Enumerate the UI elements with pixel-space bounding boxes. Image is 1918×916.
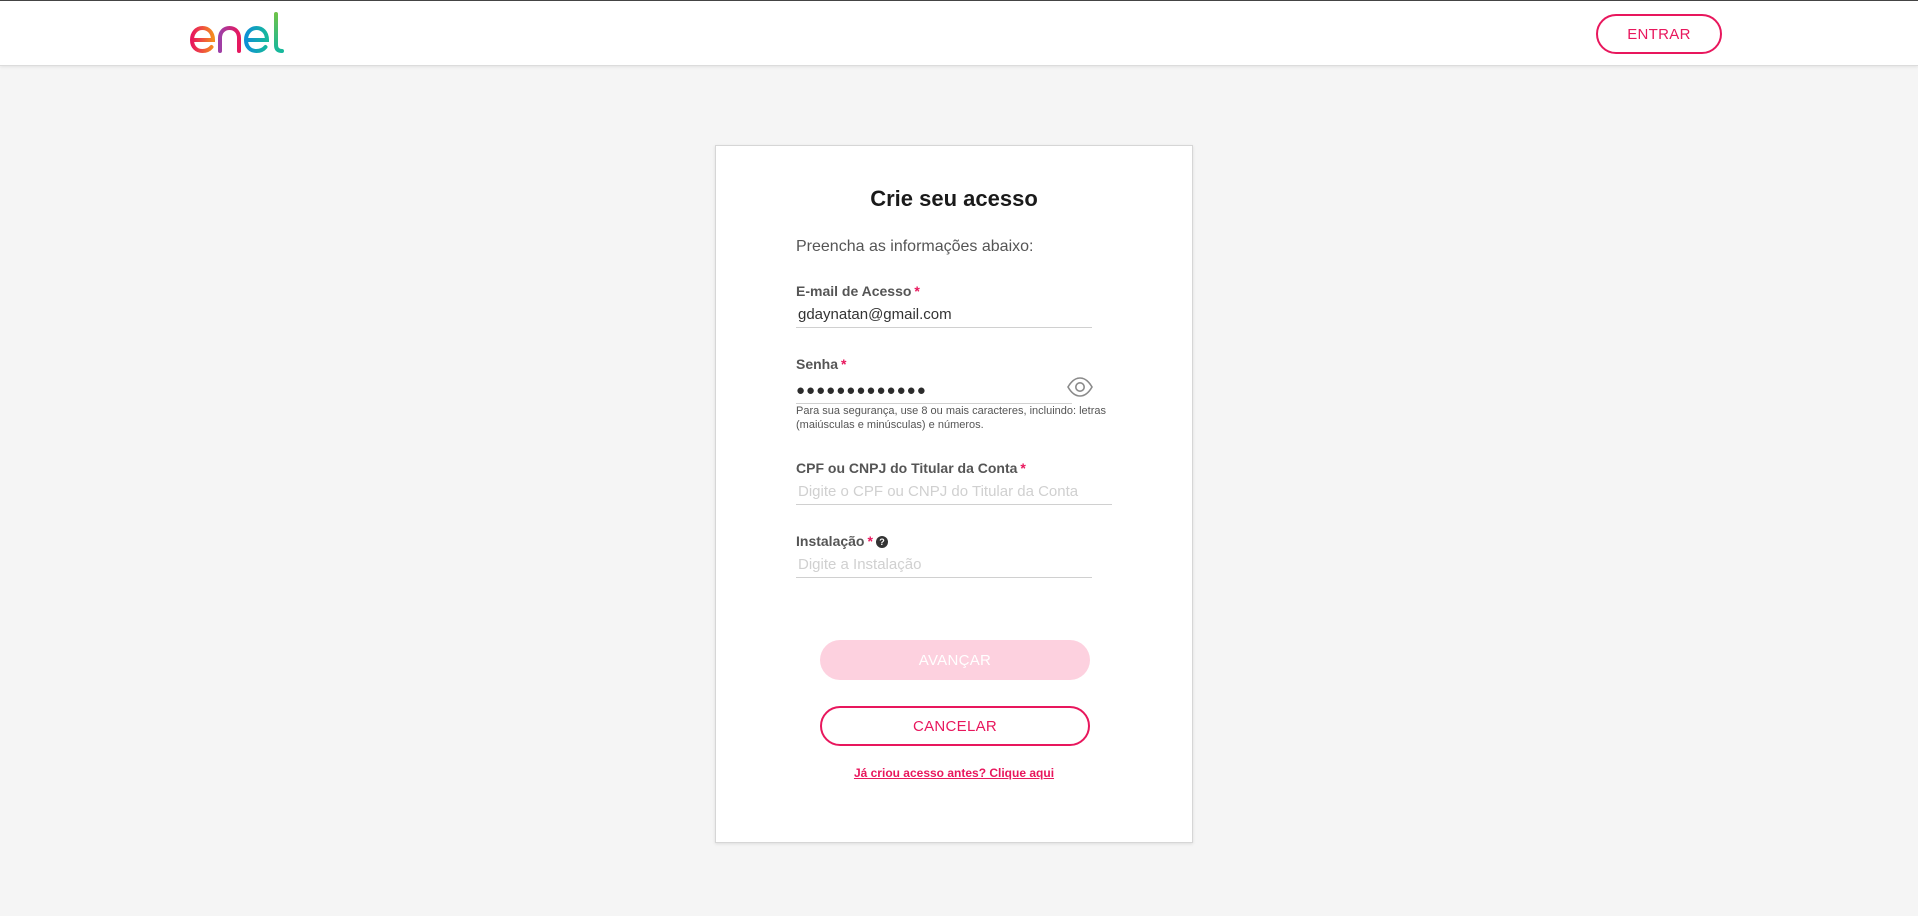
instalacao-label: Instalação *? — [796, 533, 888, 549]
enel-logo-graphic — [189, 12, 284, 53]
cpf-label-text: CPF ou CNPJ do Titular da Conta — [796, 460, 1018, 476]
entrar-button[interactable]: ENTRAR — [1596, 14, 1722, 54]
password-field[interactable]: ●●●●●●●●●●●●● — [796, 378, 1072, 404]
cpf-cnpj-field[interactable] — [796, 479, 1112, 505]
help-icon[interactable]: ? — [875, 536, 888, 548]
eye-icon[interactable] — [1066, 376, 1094, 398]
login-link[interactable]: Já criou acesso antes? Clique aqui — [716, 766, 1192, 780]
enel-logo[interactable] — [188, 11, 292, 53]
required-mark: * — [841, 356, 847, 372]
required-mark: * — [914, 283, 920, 299]
cancelar-button[interactable]: CANCELAR — [820, 706, 1090, 746]
required-mark: * — [1020, 460, 1026, 476]
email-label-text: E-mail de Acesso — [796, 283, 912, 299]
password-label-text: Senha — [796, 356, 839, 372]
avancar-button[interactable]: AVANÇAR — [820, 640, 1090, 680]
form-subtitle: Preencha as informações abaixo: — [796, 238, 1034, 255]
instalacao-label-text: Instalação — [796, 533, 865, 549]
required-mark: * — [867, 533, 873, 549]
email-label: E-mail de Acesso * — [796, 283, 920, 299]
email-field[interactable] — [796, 302, 1092, 328]
top-header: ENTRAR — [0, 0, 1918, 66]
cpf-label: CPF ou CNPJ do Titular da Conta * — [796, 460, 1026, 476]
page-title: Crie seu acesso — [870, 186, 1038, 211]
instalacao-field[interactable] — [796, 552, 1092, 578]
signup-card: Crie seu acesso Preencha as informações … — [715, 145, 1193, 843]
password-label: Senha * — [796, 356, 846, 372]
password-hint: Para sua segurança, use 8 ou mais caract… — [796, 405, 1106, 431]
